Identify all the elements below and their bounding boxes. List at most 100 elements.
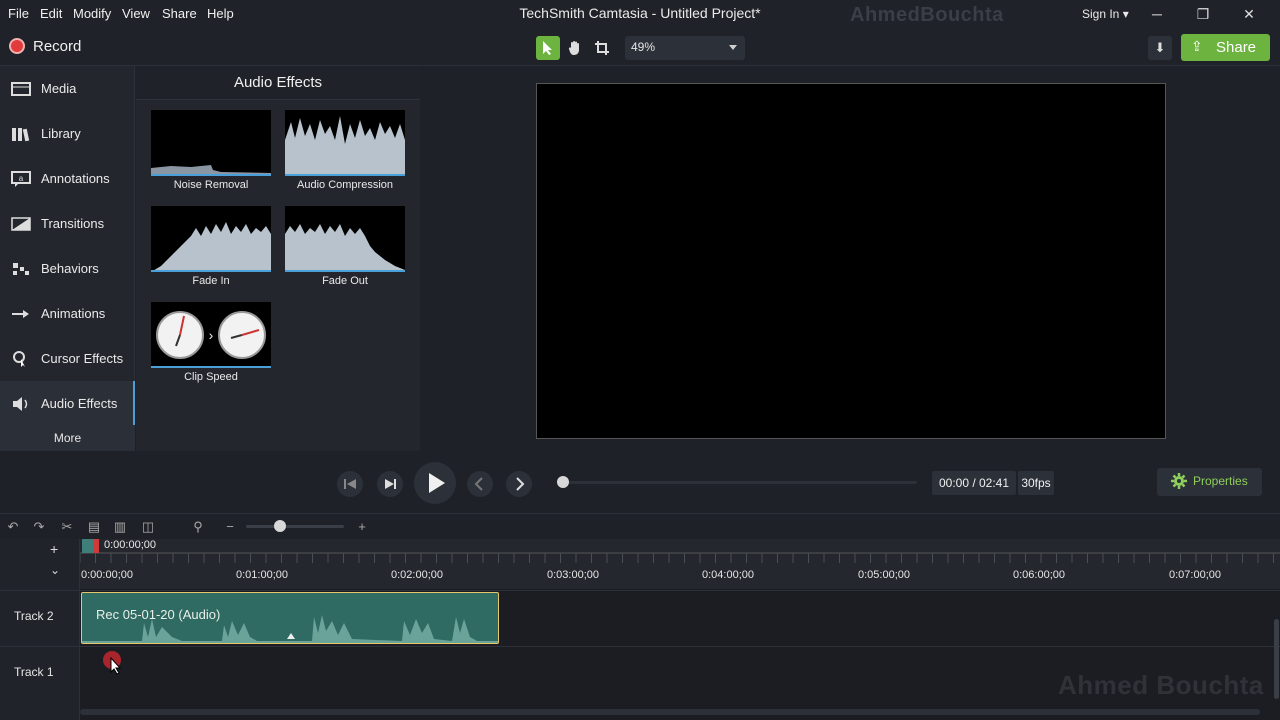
sidebar-item-annotations[interactable]: a Annotations (0, 156, 135, 201)
copy-button[interactable]: ▤ (85, 518, 103, 536)
properties-button[interactable]: Properties (1157, 468, 1262, 496)
sidebar-item-label: Annotations (41, 171, 110, 186)
share-button[interactable]: ⇪ Share (1181, 34, 1270, 61)
effect-label: Clip Speed (184, 371, 238, 383)
paste-button[interactable]: ▥ (111, 518, 129, 536)
scrubber-handle[interactable] (557, 476, 569, 488)
sidebar-item-label: Library (41, 126, 81, 141)
behaviors-icon (13, 263, 29, 275)
download-button[interactable]: ⬇ (1148, 36, 1172, 60)
crop-tool-button[interactable] (590, 36, 614, 60)
share-icon: ⇪ (1191, 38, 1203, 54)
step-back-icon (344, 479, 356, 489)
add-track-button[interactable]: + (50, 541, 58, 557)
clip-speed-thumbnail: › (151, 302, 271, 368)
scissors-icon: ✂ (61, 519, 73, 534)
cut-button[interactable]: ✂ (58, 518, 76, 536)
zoom-to-fit-button[interactable]: ⚲ (189, 518, 207, 536)
play-button[interactable] (414, 462, 456, 504)
restore-button[interactable]: ❐ (1183, 2, 1223, 26)
pan-tool-button[interactable] (563, 36, 587, 60)
timeline-zoom-handle[interactable] (274, 520, 286, 532)
split-button[interactable]: ◫ (139, 518, 157, 536)
track-name: Track 1 (14, 665, 54, 679)
audio-effects-icon (13, 397, 28, 411)
sidebar-item-label: Cursor Effects (41, 351, 124, 366)
plus-icon: + (358, 519, 366, 534)
watermark: AhmedBouchta (850, 4, 1004, 26)
playhead-time: 0:00:00;00 (104, 539, 156, 551)
effect-label: Fade Out (322, 275, 368, 287)
timeline-toolbar: ↶ ↷ ✂ ▤ ▥ ◫ ⚲ − + (0, 513, 1280, 539)
collapse-tracks-button[interactable]: ⌄ (50, 563, 60, 577)
audio-effects-panel: Audio Effects Noise Removal Audio Compre… (136, 66, 420, 451)
svg-text:›: › (209, 327, 214, 343)
redo-button[interactable]: ↷ (30, 518, 48, 536)
previous-marker-button[interactable] (467, 471, 493, 497)
tick-label: 0:02:00;00 (391, 569, 443, 581)
tick-label: 0:05:00;00 (858, 569, 910, 581)
minimize-button[interactable]: ─ (1137, 2, 1177, 26)
timeline-zoom-slider[interactable] (246, 525, 344, 528)
tick-label: 0:00:00;00 (81, 569, 133, 581)
tick-label: 0:03:00;00 (547, 569, 599, 581)
main-toolbar: Record 49% ⬇ ⇪ Share (0, 28, 1280, 66)
sidebar-item-behaviors[interactable]: Behaviors (0, 246, 135, 291)
sidebar-item-label: Transitions (41, 216, 105, 231)
timeline: + ⌄ 0:00:00;00 0:00:00;00 0:01:00;00 0:0… (0, 539, 1280, 720)
preview-canvas[interactable] (536, 83, 1166, 439)
close-button[interactable]: ✕ (1229, 2, 1269, 26)
chevron-down-icon: ▾ (1122, 7, 1129, 21)
sidebar-item-label: Audio Effects (41, 396, 118, 411)
sign-in-label: Sign In (1082, 7, 1120, 21)
effect-noise-removal[interactable]: Noise Removal (150, 109, 272, 197)
sidebar-item-media[interactable]: Media (0, 66, 135, 111)
paste-icon: ▥ (113, 519, 127, 534)
zoom-in-button[interactable]: + (353, 518, 371, 536)
download-icon: ⬇ (1154, 40, 1166, 55)
audio-clip[interactable]: Rec 05-01-20 (Audio) (81, 592, 499, 644)
select-tool-button[interactable] (536, 36, 560, 60)
effect-fade-in[interactable]: Fade In (150, 205, 272, 293)
timeline-ruler[interactable] (79, 539, 1280, 589)
effect-label: Fade In (192, 275, 230, 287)
play-icon (429, 473, 445, 493)
undo-button[interactable]: ↶ (4, 518, 22, 536)
sidebar-item-label: Media (41, 81, 77, 96)
tools-sidebar: Media Library a Annotations Transitions … (0, 66, 135, 451)
horizontal-scrollbar[interactable] (80, 709, 1260, 715)
sign-in-menu[interactable]: Sign In ▾ (1082, 7, 1129, 21)
zoom-dropdown[interactable]: 49% (625, 36, 745, 60)
vertical-scrollbar[interactable] (1274, 619, 1279, 699)
sidebar-item-label: Behaviors (41, 261, 99, 276)
record-icon (9, 38, 25, 54)
playback-controls: 00:00 / 02:41 30fps Properties (0, 451, 1280, 513)
zoom-out-button[interactable]: − (221, 518, 239, 536)
effect-fade-out[interactable]: Fade Out (284, 205, 406, 293)
minus-icon: − (226, 519, 234, 534)
next-marker-button[interactable] (506, 471, 532, 497)
time-display: 00:00 / 02:41 (932, 471, 1016, 495)
magnifier-icon: ⚲ (193, 519, 203, 534)
library-icon (12, 128, 30, 142)
chevron-left-icon (474, 477, 483, 491)
sidebar-item-audio-effects[interactable]: Audio Effects (0, 381, 135, 426)
sidebar-item-library[interactable]: Library (0, 111, 135, 156)
sidebar-item-transitions[interactable]: Transitions (0, 201, 135, 246)
more-button[interactable]: More (0, 425, 135, 451)
waveform-thumbnail (285, 110, 405, 176)
effect-audio-compression[interactable]: Audio Compression (284, 109, 406, 197)
scrubber-track[interactable] (565, 481, 917, 484)
effect-clip-speed[interactable]: › Clip Speed (150, 301, 272, 389)
waveform-thumbnail (151, 206, 271, 272)
step-forward-button[interactable] (377, 471, 403, 497)
sidebar-item-cursor-effects[interactable]: Cursor Effects (0, 336, 135, 381)
playhead-indicator (93, 539, 99, 553)
animations-icon (12, 310, 29, 318)
step-back-button[interactable] (337, 471, 363, 497)
panel-title: Audio Effects (136, 66, 420, 100)
chevron-right-icon (516, 477, 525, 491)
sidebar-item-animations[interactable]: Animations (0, 291, 135, 336)
copy-icon: ▤ (87, 519, 101, 534)
canvas-area (421, 66, 1280, 451)
